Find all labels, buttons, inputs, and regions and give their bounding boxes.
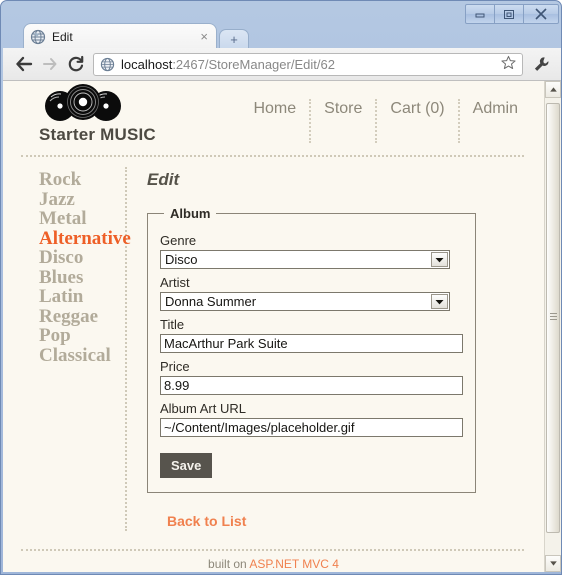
triangle-down-icon — [435, 299, 444, 304]
sidebar-item-latin[interactable]: Latin — [21, 287, 125, 307]
tab-title: Edit — [52, 29, 73, 44]
scroll-down-button[interactable] — [545, 555, 561, 572]
genre-select-value: Disco — [165, 252, 198, 267]
artist-select-value: Donna Summer — [165, 294, 257, 309]
album-fieldset-legend: Album — [170, 206, 211, 221]
browser-toolbar: localhost:2467/StoreManager/Edit/62 — [3, 48, 561, 81]
nav-item-cart[interactable]: Cart (0) — [377, 99, 460, 143]
bookmark-star-icon[interactable] — [495, 55, 516, 73]
maximize-button[interactable] — [494, 4, 524, 24]
triangle-up-icon — [549, 87, 557, 92]
chrome-menu-button[interactable] — [529, 51, 553, 77]
vinyl-records-logo — [45, 84, 121, 121]
album-art-url-input[interactable] — [160, 418, 463, 437]
nav-item-admin[interactable]: Admin — [460, 99, 522, 143]
field-album-art-url: Album Art URL — [160, 401, 463, 437]
web-page: Starter MUSIC Home Store Cart (0) Admin … — [3, 81, 544, 572]
genre-label: Genre — [160, 233, 197, 248]
back-button[interactable] — [11, 51, 37, 77]
window-controls — [465, 4, 559, 24]
sidebar-item-blues[interactable]: Blues — [21, 267, 125, 288]
sidebar-item-alternative[interactable]: Alternative — [21, 228, 131, 249]
new-tab-icon: + — [230, 32, 238, 47]
chevron-down-icon[interactable] — [431, 294, 448, 309]
site-brand[interactable]: Starter MUSIC — [39, 125, 156, 145]
address-bar-url: localhost:2467/StoreManager/Edit/62 — [121, 57, 335, 72]
triangle-down-icon — [435, 257, 444, 262]
genre-sidebar: Rock Jazz Metal Alternative Disco Blues … — [21, 167, 131, 531]
scroll-thumb[interactable] — [546, 103, 560, 533]
site-footer: built on ASP.NET MVC 4 — [3, 557, 544, 571]
minimize-button[interactable] — [465, 4, 495, 24]
triangle-down-icon — [549, 561, 557, 566]
artist-label: Artist — [160, 275, 190, 290]
price-label: Price — [160, 359, 190, 374]
footer-text: built on — [208, 557, 247, 571]
url-path: :2467/StoreManager/Edit/62 — [172, 56, 335, 72]
browser-window: Edit × + localhost:2467/StoreManager/Edi… — [0, 0, 562, 575]
title-label: Title — [160, 317, 185, 332]
page-title: Edit — [147, 170, 180, 189]
main-nav: Home Store Cart (0) Admin — [240, 99, 522, 143]
scroll-up-button[interactable] — [545, 81, 561, 98]
globe-icon — [30, 29, 46, 44]
minimize-icon — [475, 13, 485, 18]
address-bar[interactable]: localhost:2467/StoreManager/Edit/62 — [93, 52, 523, 76]
reload-button[interactable] — [63, 51, 89, 77]
field-title: Title — [160, 317, 463, 353]
field-price: Price — [160, 359, 463, 395]
site-header: Starter MUSIC Home Store Cart (0) Admin — [21, 81, 524, 157]
sidebar-item-pop[interactable]: Pop — [21, 326, 125, 346]
album-art-url-label: Album Art URL — [160, 401, 246, 416]
scroll-grip-icon — [550, 313, 557, 322]
tab-strip: Edit × + — [1, 23, 561, 49]
field-artist: Artist Donna Summer — [160, 275, 463, 311]
back-to-list-link[interactable]: Back to List — [167, 513, 246, 529]
chevron-down-icon[interactable] — [431, 252, 448, 267]
footer-link[interactable]: ASP.NET MVC 4 — [249, 557, 339, 571]
nav-item-store[interactable]: Store — [311, 99, 378, 143]
sidebar-item-metal[interactable]: Metal — [21, 209, 125, 229]
price-input[interactable] — [160, 376, 463, 395]
nav-item-home[interactable]: Home — [240, 99, 312, 143]
sidebar-item-rock[interactable]: Rock — [21, 170, 125, 190]
new-tab-button[interactable]: + — [219, 29, 249, 49]
genre-select[interactable]: Disco — [160, 250, 450, 269]
close-icon — [535, 8, 547, 20]
reload-icon — [68, 55, 84, 72]
save-button[interactable]: Save — [160, 453, 213, 478]
main-content: Edit Album Genre Disco Artist Donna Summ… — [127, 167, 524, 531]
field-genre: Genre Disco — [160, 233, 463, 269]
artist-select[interactable]: Donna Summer — [160, 292, 450, 311]
title-input[interactable] — [160, 334, 463, 353]
star-icon — [501, 55, 516, 70]
content-wrapper: Rock Jazz Metal Alternative Disco Blues … — [21, 167, 524, 531]
forward-button — [37, 51, 63, 77]
sidebar-item-reggae[interactable]: Reggae — [21, 306, 125, 327]
wrench-icon — [534, 56, 548, 71]
sidebar-item-disco[interactable]: Disco — [21, 248, 125, 268]
tab-close-icon[interactable]: × — [198, 30, 210, 43]
album-fieldset: Album Genre Disco Artist Donna Summer Ti… — [147, 206, 476, 493]
sidebar-item-jazz[interactable]: Jazz — [21, 189, 125, 210]
forward-arrow-icon — [43, 58, 57, 70]
url-host: localhost — [121, 56, 173, 72]
maximize-icon — [504, 9, 514, 19]
back-arrow-icon — [16, 56, 33, 72]
tab-edit[interactable]: Edit × — [23, 23, 217, 49]
footer-divider — [21, 549, 524, 551]
globe-icon — [100, 57, 115, 71]
vertical-scrollbar[interactable] — [544, 81, 561, 572]
sidebar-item-classical[interactable]: Classical — [21, 345, 125, 366]
close-button[interactable] — [523, 4, 559, 24]
page-viewport: Starter MUSIC Home Store Cart (0) Admin … — [3, 81, 561, 572]
